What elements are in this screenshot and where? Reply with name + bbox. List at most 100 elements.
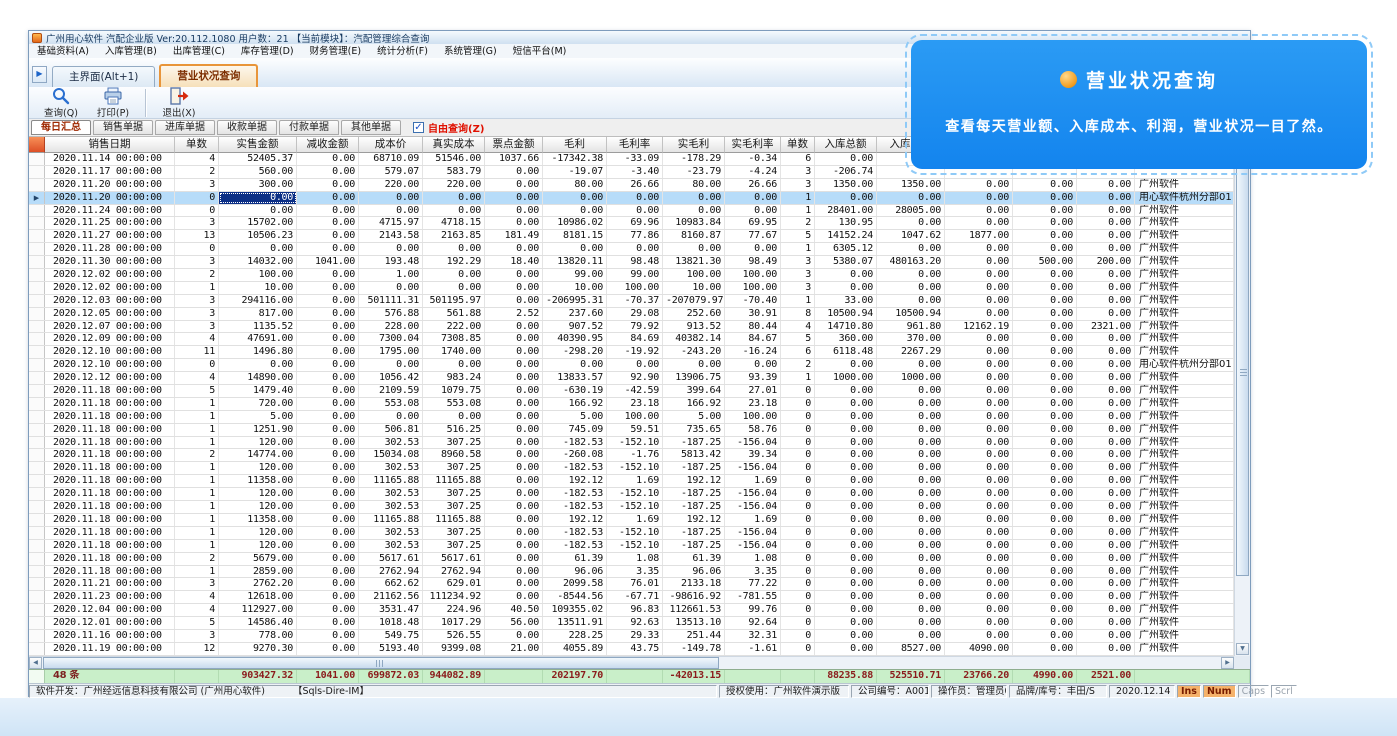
table-cell[interactable]: 1 (781, 372, 815, 384)
table-cell[interactable]: 广州软件 (1135, 566, 1234, 578)
table-cell[interactable]: 0.00 (1013, 179, 1077, 191)
table-cell[interactable]: 0 (781, 540, 815, 552)
table-cell[interactable]: 10.00 (663, 282, 725, 294)
row-indicator[interactable] (29, 449, 45, 461)
table-cell[interactable]: 112927.00 (219, 604, 297, 616)
table-cell[interactable]: 47691.00 (219, 333, 297, 345)
table-cell[interactable]: 18.40 (485, 256, 543, 268)
table-cell[interactable]: 3 (175, 256, 219, 268)
table-cell[interactable]: 2143.58 (359, 230, 423, 242)
table-cell[interactable]: 3 (175, 321, 219, 333)
table-cell[interactable]: 307.25 (423, 501, 485, 513)
table-cell[interactable]: 0.00 (945, 617, 1013, 629)
table-cell[interactable]: 11358.00 (219, 475, 297, 487)
table-row[interactable]: 2020.11.20 00:00:003300.000.00220.00220.… (29, 179, 1234, 192)
table-cell[interactable]: 8527.00 (877, 643, 945, 655)
table-cell[interactable]: 2020.11.14 00:00:00 (45, 153, 175, 165)
table-cell[interactable]: 0.00 (945, 462, 1013, 474)
table-cell[interactable]: -187.25 (663, 462, 725, 474)
table-cell[interactable]: 7300.04 (359, 333, 423, 345)
table-cell[interactable]: 0.00 (877, 578, 945, 590)
toolbar-button-search[interactable]: 查询(Q) (35, 88, 87, 118)
table-cell[interactable]: 14774.00 (219, 449, 297, 461)
subtab-3[interactable]: 进库单据 (155, 120, 215, 135)
table-cell[interactable]: 0.00 (1077, 449, 1135, 461)
table-cell[interactable]: 0.00 (297, 437, 359, 449)
table-row[interactable]: 2020.12.04 00:00:004112927.000.003531.47… (29, 604, 1234, 617)
toolbar-button-exit[interactable]: 退出(X) (153, 88, 205, 118)
table-cell[interactable]: 0.00 (815, 462, 877, 474)
table-cell[interactable]: 0.00 (877, 475, 945, 487)
row-indicator[interactable] (29, 372, 45, 384)
table-cell[interactable]: 13906.75 (663, 372, 725, 384)
table-cell[interactable]: 4 (175, 372, 219, 384)
column-header-13[interactable]: 入库总额 (815, 137, 877, 153)
table-cell[interactable]: 100.00 (607, 282, 663, 294)
table-cell[interactable]: 0.00 (815, 437, 877, 449)
table-cell[interactable]: 0.00 (485, 385, 543, 397)
table-cell[interactable]: 192.12 (543, 514, 607, 526)
table-cell[interactable]: 579.07 (359, 166, 423, 178)
table-cell[interactable]: 13511.91 (543, 617, 607, 629)
table-cell[interactable]: 0.00 (297, 424, 359, 436)
table-cell[interactable]: 0.00 (485, 166, 543, 178)
table-cell[interactable]: 0.00 (543, 359, 607, 371)
table-cell[interactable]: 3 (175, 630, 219, 642)
table-cell[interactable]: 0 (175, 192, 219, 204)
table-cell[interactable]: 0.00 (945, 604, 1013, 616)
table-cell[interactable]: 0.00 (815, 449, 877, 461)
table-cell[interactable]: 2 (175, 166, 219, 178)
scroll-left-icon[interactable]: ◀ (29, 657, 42, 669)
table-cell[interactable]: 2020.11.18 00:00:00 (45, 501, 175, 513)
row-indicator[interactable] (29, 514, 45, 526)
column-header-6[interactable]: 真实成本 (423, 137, 485, 153)
table-cell[interactable]: 10506.23 (219, 230, 297, 242)
table-cell[interactable]: 2020.12.04 00:00:00 (45, 604, 175, 616)
toolbar-button-printer[interactable]: 打印(P) (87, 88, 139, 118)
table-cell[interactable]: 0.00 (1077, 475, 1135, 487)
table-cell[interactable]: 2020.11.21 00:00:00 (45, 578, 175, 590)
table-cell[interactable]: 0.00 (945, 205, 1013, 217)
table-cell[interactable]: 0.00 (1013, 578, 1077, 590)
table-cell[interactable]: 200.00 (1077, 256, 1135, 268)
table-cell[interactable]: 100.00 (219, 269, 297, 281)
table-cell[interactable]: 2 (175, 269, 219, 281)
table-cell[interactable]: 15702.00 (219, 217, 297, 229)
table-cell[interactable]: 0.00 (1013, 372, 1077, 384)
table-cell[interactable]: 1 (175, 282, 219, 294)
row-indicator[interactable] (29, 346, 45, 358)
table-cell[interactable]: 307.25 (423, 540, 485, 552)
table-cell[interactable]: 0 (781, 462, 815, 474)
table-cell[interactable]: 13 (175, 230, 219, 242)
table-row[interactable]: 2020.11.18 00:00:001120.000.00302.53307.… (29, 527, 1234, 540)
table-cell[interactable]: 1.69 (607, 475, 663, 487)
table-cell[interactable]: 广州软件 (1135, 385, 1234, 397)
table-cell[interactable]: 501195.97 (423, 295, 485, 307)
table-cell[interactable]: 0.00 (877, 488, 945, 500)
table-cell[interactable]: 0.00 (815, 424, 877, 436)
table-cell[interactable]: 0.00 (1077, 282, 1135, 294)
table-cell[interactable]: 0.00 (1013, 385, 1077, 397)
table-cell[interactable]: 0.00 (297, 475, 359, 487)
table-cell[interactable]: 广州软件 (1135, 217, 1234, 229)
table-cell[interactable]: 56.00 (485, 617, 543, 629)
table-cell[interactable]: 561.88 (423, 308, 485, 320)
table-row[interactable]: 2020.11.28 00:00:0000.000.000.000.000.00… (29, 243, 1234, 256)
table-cell[interactable]: 120.00 (219, 462, 297, 474)
table-cell[interactable]: -67.71 (607, 591, 663, 603)
table-row[interactable]: ▶2020.11.20 00:00:0000.000.000.000.000.0… (29, 192, 1234, 205)
table-cell[interactable]: -156.04 (725, 462, 781, 474)
table-cell[interactable]: 360.00 (815, 333, 877, 345)
row-indicator[interactable] (29, 333, 45, 345)
table-cell[interactable]: 0.00 (815, 269, 877, 281)
table-cell[interactable]: 0.00 (1077, 398, 1135, 410)
table-cell[interactable]: -156.04 (725, 540, 781, 552)
table-cell[interactable]: 0.00 (1013, 424, 1077, 436)
table-cell[interactable]: 0.00 (1077, 501, 1135, 513)
table-cell[interactable]: 2321.00 (1077, 321, 1135, 333)
menu-item-6[interactable]: 统计分析(F) (369, 45, 436, 58)
table-cell[interactable]: 0.00 (297, 166, 359, 178)
table-cell[interactable]: 0.00 (663, 205, 725, 217)
table-cell[interactable]: 2020.12.07 00:00:00 (45, 321, 175, 333)
table-cell[interactable]: 96.06 (543, 566, 607, 578)
